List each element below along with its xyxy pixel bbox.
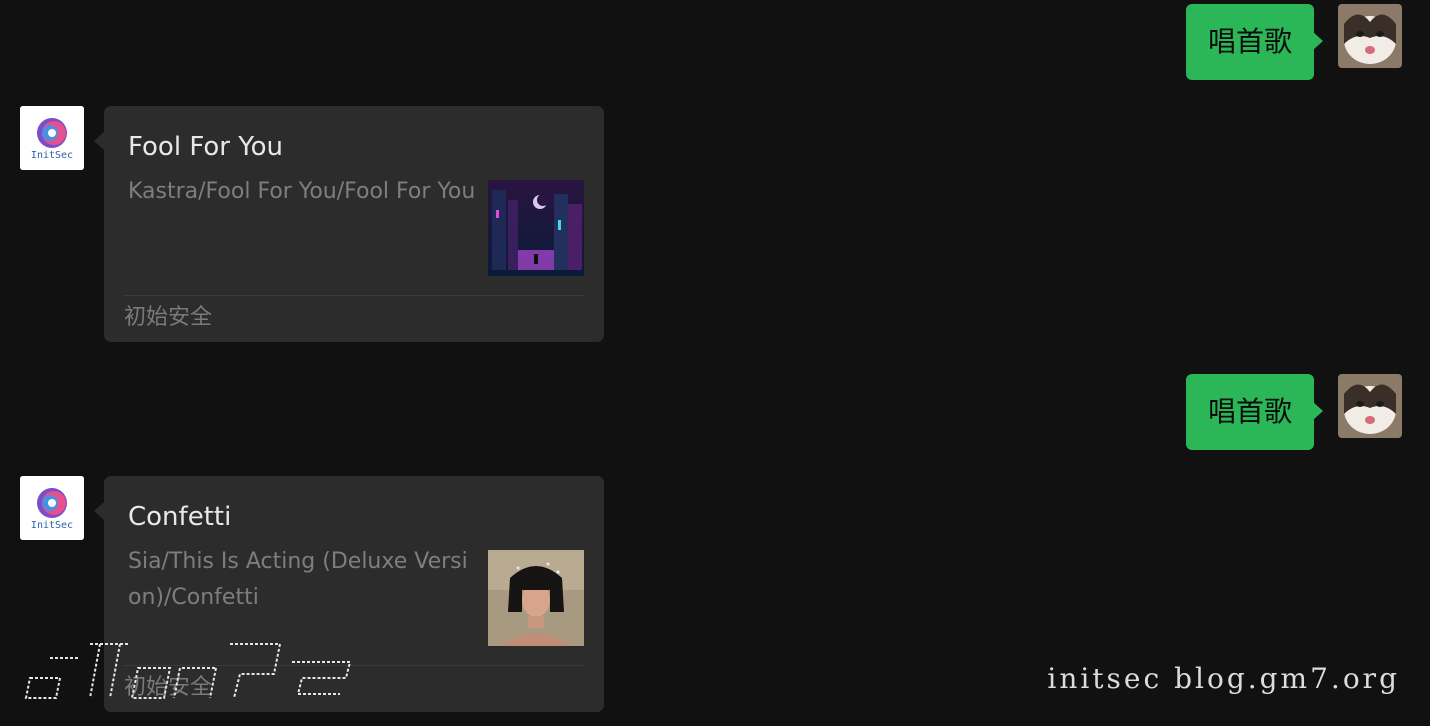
card-body: Confetti Sia/This Is Acting (Deluxe Vers… bbox=[104, 476, 604, 665]
song-title: Confetti bbox=[128, 502, 232, 532]
incoming-message: InitSec Fool For You Kastra/Fool For You… bbox=[20, 106, 604, 342]
outgoing-message: 唱首歌 bbox=[1185, 4, 1402, 80]
watermark-text: initsec blog.gm7.org bbox=[1047, 662, 1400, 695]
bot-avatar[interactable]: InitSec bbox=[20, 106, 84, 170]
bot-avatar-text: InitSec bbox=[31, 520, 73, 531]
card-source: 初始安全 bbox=[124, 295, 584, 342]
album-cover bbox=[488, 180, 584, 276]
outgoing-message: 唱首歌 bbox=[1185, 374, 1402, 450]
user-avatar[interactable] bbox=[1338, 4, 1402, 68]
album-cover bbox=[488, 550, 584, 646]
chat-window: 唱首歌 InitSec Fool For You Kastra/Fool For… bbox=[0, 0, 1430, 726]
song-description: Sia/This Is Acting (Deluxe Version)/Conf… bbox=[128, 549, 468, 610]
card-body: Fool For You Kastra/Fool For You/Fool Fo… bbox=[104, 106, 604, 295]
watermark-logo bbox=[20, 638, 360, 706]
bot-avatar[interactable]: InitSec bbox=[20, 476, 84, 540]
message-bubble[interactable]: 唱首歌 bbox=[1185, 374, 1324, 450]
user-avatar[interactable] bbox=[1338, 374, 1402, 438]
bot-avatar-text: InitSec bbox=[31, 150, 73, 161]
song-title: Fool For You bbox=[128, 132, 284, 162]
song-description: Kastra/Fool For You/Fool For You bbox=[128, 179, 476, 204]
music-card[interactable]: Fool For You Kastra/Fool For You/Fool Fo… bbox=[94, 106, 604, 342]
message-bubble[interactable]: 唱首歌 bbox=[1185, 4, 1324, 80]
